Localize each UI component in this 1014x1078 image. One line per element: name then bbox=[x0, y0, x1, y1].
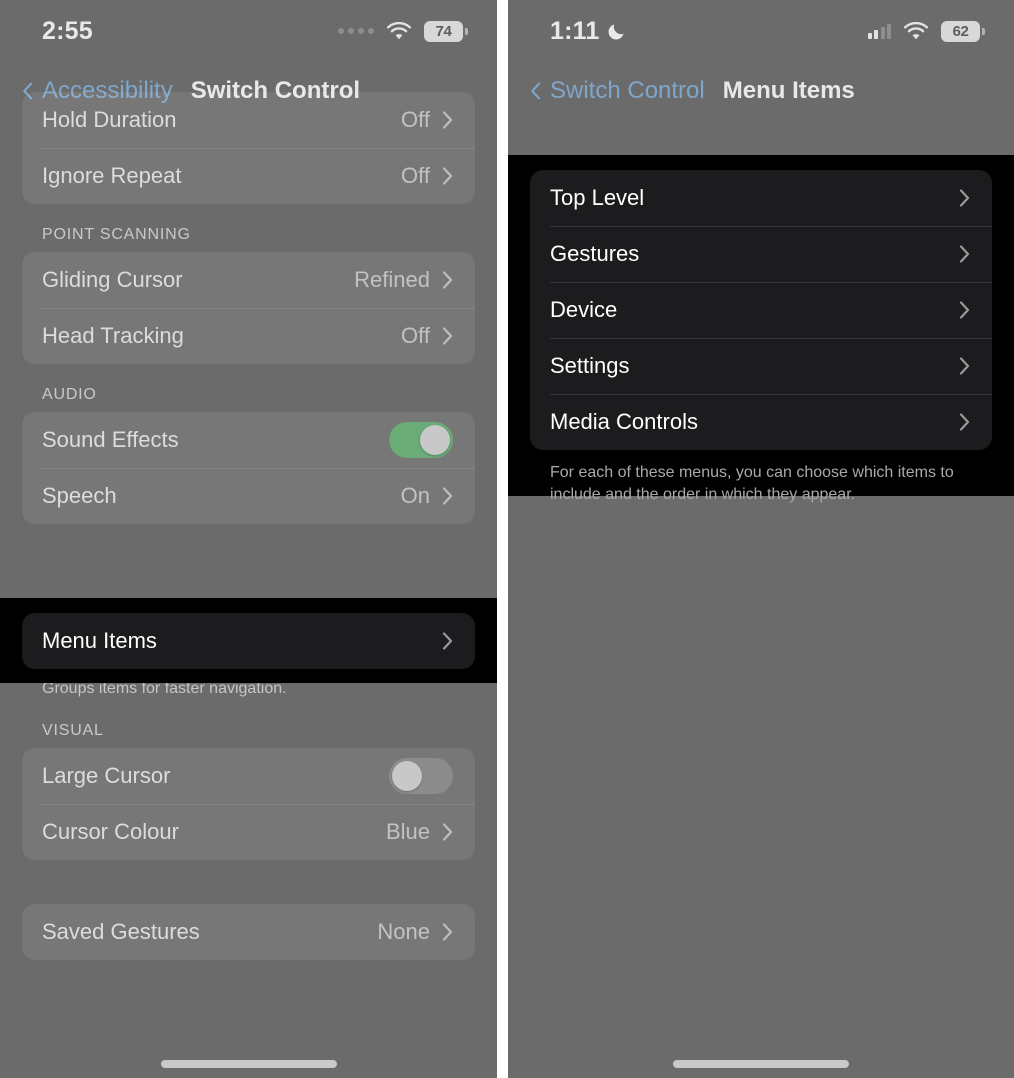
left-card-top: Hold Duration Off Ignore Repeat Off bbox=[22, 92, 475, 204]
left-status-icons: 74 bbox=[338, 20, 468, 42]
row-label: Gliding Cursor bbox=[42, 267, 183, 292]
left-settings-list: Hold Duration Off Ignore Repeat Off POIN… bbox=[0, 92, 497, 960]
chevron-right-icon bbox=[442, 487, 453, 505]
left-card-audio: Sound Effects Speech On bbox=[22, 412, 475, 524]
moon-icon bbox=[609, 24, 624, 39]
cellular-dots-icon bbox=[338, 28, 374, 34]
wifi-icon bbox=[904, 21, 928, 39]
left-status-bar: 2:55 74 bbox=[0, 0, 497, 62]
chevron-right-icon bbox=[442, 167, 453, 185]
row-head-tracking[interactable]: Head Tracking Off bbox=[22, 308, 475, 364]
row-label: Ignore Repeat bbox=[42, 163, 182, 188]
right-back-label: Switch Control bbox=[550, 77, 705, 104]
menu-item-gestures[interactable]: Gestures bbox=[530, 226, 992, 282]
row-value: Refined bbox=[354, 267, 430, 292]
right-status-bar: 1:11 62 bbox=[508, 0, 1014, 62]
right-status-time: 1:11 bbox=[550, 16, 600, 45]
row-label: Large Cursor bbox=[42, 762, 171, 788]
chevron-right-icon bbox=[442, 922, 453, 941]
chevron-right-icon bbox=[959, 189, 970, 207]
row-label: Hold Duration bbox=[42, 107, 177, 132]
chevron-right-icon bbox=[442, 632, 453, 650]
left-card-saved-gestures: Saved Gestures None bbox=[22, 903, 475, 960]
chevron-right-icon bbox=[959, 413, 970, 431]
row-label: Head Tracking bbox=[42, 323, 184, 348]
sound-effects-toggle[interactable] bbox=[389, 422, 453, 458]
row-value: Off bbox=[401, 323, 430, 348]
right-page-title: Menu Items bbox=[722, 77, 855, 104]
row-value: On bbox=[400, 483, 430, 508]
battery-icon: 62 bbox=[941, 20, 985, 42]
row-label: Settings bbox=[550, 353, 630, 378]
row-value: None bbox=[377, 918, 430, 944]
menu-item-settings[interactable]: Settings bbox=[530, 338, 992, 394]
row-saved-gestures[interactable]: Saved Gestures None bbox=[22, 904, 475, 960]
panel-divider bbox=[497, 0, 508, 1078]
row-speech[interactable]: Speech On bbox=[22, 468, 475, 524]
row-menu-items[interactable]: Menu Items bbox=[22, 613, 475, 669]
left-card-point-scanning: Gliding Cursor Refined Head Tracking Off bbox=[22, 252, 475, 364]
row-value: Off bbox=[401, 163, 430, 188]
row-label: Sound Effects bbox=[42, 427, 179, 452]
section-header-visual: Visual bbox=[42, 721, 104, 739]
left-phone-screen: 2:55 74 Accessibility Switch Control Hol… bbox=[0, 0, 497, 1078]
left-screen-content: 2:55 74 Accessibility Switch Control Hol… bbox=[0, 0, 497, 1078]
wifi-icon bbox=[387, 21, 411, 39]
menu-items-card: Top Level Gestures Device Settings Media… bbox=[530, 170, 992, 450]
right-back-button[interactable]: Switch Control bbox=[530, 77, 705, 105]
section-header-audio: Audio bbox=[42, 386, 97, 403]
row-label: Cursor Colour bbox=[42, 818, 179, 844]
left-status-time-group: 2:55 bbox=[42, 17, 93, 46]
right-phone-screen: 1:11 62 Switch Control Menu Items Top Le… bbox=[508, 0, 1014, 1078]
screenshot-root: 2:55 74 Accessibility Switch Control Hol… bbox=[0, 0, 1014, 1078]
right-battery-level: 62 bbox=[952, 22, 969, 40]
menu-item-top-level[interactable]: Top Level bbox=[530, 170, 992, 226]
row-value: Blue bbox=[385, 818, 430, 844]
row-value: Off bbox=[401, 107, 430, 132]
menu-items-footer: For each of these menus, you can choose … bbox=[550, 464, 954, 503]
section-header-point-scanning: Point Scanning bbox=[42, 226, 191, 243]
large-cursor-toggle[interactable] bbox=[389, 757, 453, 794]
row-label: Menu Items bbox=[42, 628, 157, 653]
right-status-icons: 62 bbox=[867, 20, 985, 42]
chevron-right-icon bbox=[959, 357, 970, 375]
left-highlight-band-menu-items: Menu Items bbox=[0, 598, 497, 683]
row-label: Speech bbox=[42, 483, 117, 508]
right-status-time-group: 1:11 bbox=[550, 17, 627, 46]
battery-icon: 74 bbox=[424, 20, 468, 42]
left-home-indicator bbox=[160, 1060, 337, 1068]
row-sound-effects[interactable]: Sound Effects bbox=[22, 412, 475, 468]
chevron-right-icon bbox=[959, 245, 970, 263]
left-battery-level: 74 bbox=[435, 22, 452, 40]
row-label: Media Controls bbox=[550, 409, 698, 434]
left-card-menu-items: Menu Items bbox=[22, 613, 475, 669]
right-nav-bar: Switch Control Menu Items bbox=[508, 62, 1014, 120]
row-label: Device bbox=[550, 297, 618, 322]
row-label: Gestures bbox=[550, 241, 640, 266]
right-home-indicator bbox=[673, 1060, 849, 1068]
menu-item-media-controls[interactable]: Media Controls bbox=[530, 394, 992, 450]
menu-item-device[interactable]: Device bbox=[530, 282, 992, 338]
cellular-bars-icon bbox=[867, 23, 891, 39]
chevron-right-icon bbox=[959, 301, 970, 319]
chevron-right-icon bbox=[442, 327, 453, 345]
chevron-right-icon bbox=[442, 111, 453, 129]
left-status-time: 2:55 bbox=[42, 16, 93, 45]
right-highlight-band-menu-list: Top Level Gestures Device Settings Media… bbox=[508, 155, 1014, 503]
row-gliding-cursor[interactable]: Gliding Cursor Refined bbox=[22, 252, 475, 308]
row-label: Saved Gestures bbox=[42, 918, 200, 944]
chevron-right-icon bbox=[442, 271, 453, 289]
row-hold-duration[interactable]: Hold Duration Off bbox=[22, 92, 475, 148]
row-label: Top Level bbox=[550, 185, 645, 210]
row-ignore-repeat[interactable]: Ignore Repeat Off bbox=[22, 148, 475, 204]
row-cursor-colour[interactable]: Cursor Colour Blue bbox=[22, 803, 475, 860]
row-large-cursor[interactable]: Large Cursor bbox=[22, 748, 475, 804]
left-card-visual: Large Cursor Cursor Colour Blue bbox=[22, 747, 475, 860]
chevron-left-icon bbox=[531, 82, 541, 100]
chevron-right-icon bbox=[442, 822, 453, 841]
